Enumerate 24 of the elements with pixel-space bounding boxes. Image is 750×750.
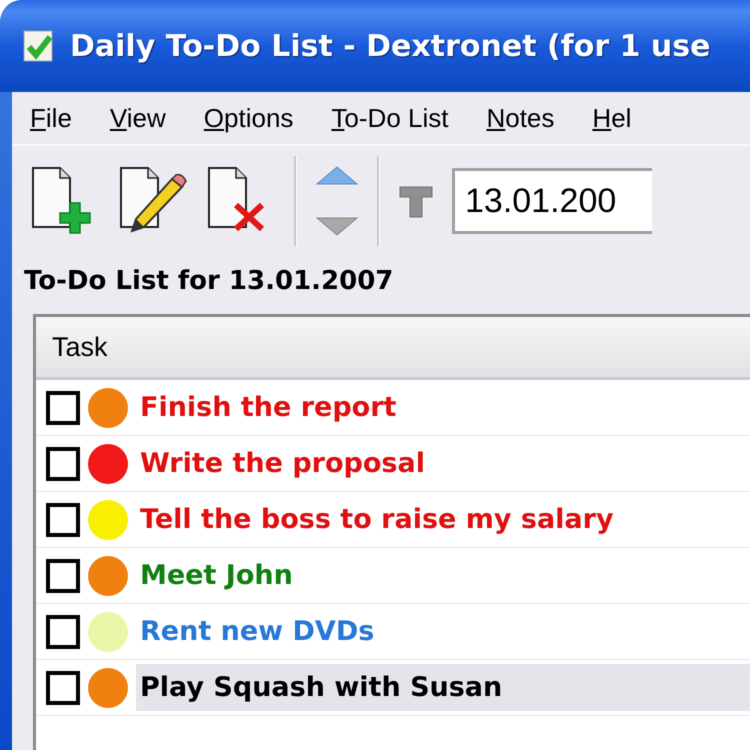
list-heading: To-Do List for 13.01.2007 xyxy=(23,265,394,298)
menu-item[interactable]: View xyxy=(110,102,166,134)
task-item[interactable]: Rent new DVDs xyxy=(136,608,750,655)
checkbox[interactable] xyxy=(46,670,80,704)
menu-item[interactable]: File xyxy=(30,102,72,134)
column-header[interactable]: Task xyxy=(36,332,108,362)
task-item[interactable]: Meet John xyxy=(136,552,750,599)
task-item[interactable]: Write the proposal xyxy=(136,440,750,487)
menu-item[interactable]: Notes xyxy=(486,102,554,134)
task-item[interactable]: Tell the boss to raise my salary xyxy=(136,496,750,543)
checkbox[interactable] xyxy=(46,558,80,592)
window-title: Daily To-Do List - Dextronet (for 1 use xyxy=(70,28,710,64)
checkbox[interactable] xyxy=(46,446,80,480)
up-arrow-icon[interactable] xyxy=(315,164,359,186)
menu-item[interactable]: Options xyxy=(204,102,294,134)
menu-item[interactable]: To-Do List xyxy=(331,102,448,134)
date-field[interactable]: 13.01.200 xyxy=(452,168,652,234)
task-item[interactable]: Play Squash with Susan xyxy=(136,664,750,711)
task-item[interactable]: Finish the report xyxy=(136,384,750,431)
checkbox[interactable] xyxy=(46,502,80,536)
checkbox[interactable] xyxy=(46,614,80,648)
down-arrow-icon[interactable] xyxy=(315,216,359,238)
menu-item[interactable]: Hel xyxy=(592,102,632,134)
checkbox[interactable] xyxy=(46,390,80,424)
